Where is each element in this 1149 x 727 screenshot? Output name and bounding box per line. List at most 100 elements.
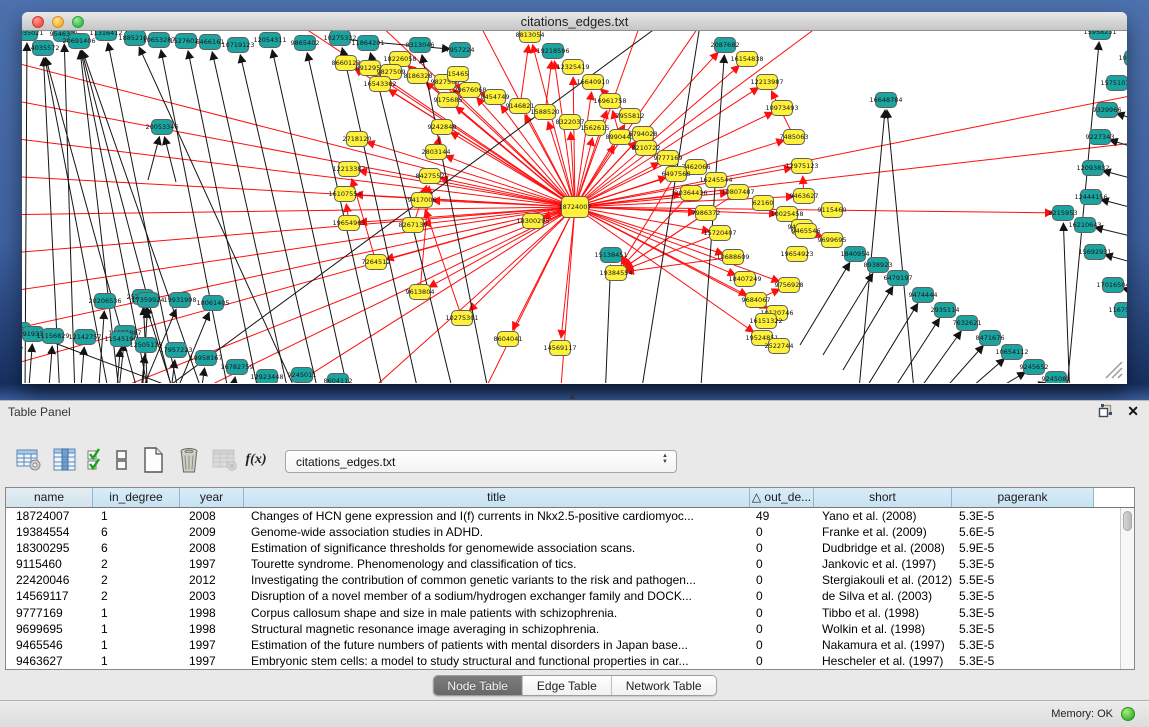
cell-pagerank[interactable]: 5.3E-5 — [952, 508, 1094, 524]
graph-node[interactable]: 8427552 — [416, 169, 445, 184]
cell-in_degree[interactable]: 2 — [93, 572, 180, 588]
graph-node[interactable]: 18724007 — [558, 197, 591, 218]
cell-name[interactable]: 9463627 — [6, 653, 93, 669]
graph-node[interactable]: 19654963 — [332, 216, 365, 231]
graph-node[interactable]: 12213987 — [750, 75, 783, 90]
graph-node[interactable]: 9245081 — [1042, 372, 1071, 384]
graph-node[interactable]: 19958167 — [189, 351, 222, 366]
graph-node[interactable]: 9699695 — [818, 233, 847, 248]
tab-node-table[interactable]: Node Table — [433, 676, 523, 695]
graph-node[interactable]: 9329966 — [1093, 103, 1122, 118]
graph-node[interactable]: 9684067 — [742, 293, 771, 308]
graph-node[interactable]: 8471676 — [976, 331, 1005, 346]
graph-node[interactable]: 2087682 — [711, 38, 740, 53]
graph-edge[interactable] — [164, 137, 176, 182]
cell-out_de[interactable]: 0 — [750, 588, 814, 604]
cell-out_de[interactable]: 0 — [750, 524, 814, 540]
graph-node[interactable]: 12093832 — [1076, 161, 1109, 176]
graph-edge[interactable] — [554, 61, 575, 207]
graph-node[interactable]: 9417006 — [408, 193, 437, 208]
graph-edge[interactable] — [28, 344, 32, 383]
cell-title[interactable]: Estimation of significance thresholds fo… — [244, 540, 750, 556]
table-row[interactable]: 1830029562008Estimation of significance … — [6, 540, 1134, 556]
cell-name[interactable]: 9465546 — [6, 637, 93, 653]
cell-name[interactable]: 18300295 — [6, 540, 93, 556]
table-row[interactable]: 946362711997Embryonic stem cells: a mode… — [6, 653, 1134, 669]
cell-short[interactable]: Tibbo et al. (1998) — [814, 605, 952, 621]
window-titlebar[interactable]: citations_edges.txt — [22, 12, 1127, 31]
cell-pagerank[interactable]: 5.6E-5 — [952, 524, 1094, 540]
graph-node[interactable]: 19218596 — [536, 44, 569, 59]
cell-title[interactable]: Investigating the contribution of common… — [244, 572, 750, 588]
graph-node[interactable]: 10688609 — [716, 250, 749, 265]
table-row[interactable]: 969969511998Structural magnetic resonanc… — [6, 621, 1134, 637]
cell-in_degree[interactable]: 6 — [93, 540, 180, 556]
graph-node[interactable]: 9242848 — [428, 120, 457, 135]
cell-in_degree[interactable]: 1 — [93, 637, 180, 653]
graph-node[interactable]: 6794028 — [629, 127, 658, 142]
graph-node[interactable]: 7485063 — [780, 130, 809, 145]
cell-in_degree[interactable]: 1 — [93, 621, 180, 637]
graph-node[interactable]: 7264512 — [362, 255, 391, 270]
cell-name[interactable]: 14569117 — [6, 588, 93, 604]
graph-node[interactable]: 9756928 — [775, 278, 804, 293]
cell-title[interactable]: Tourette syndrome. Phenomenology and cla… — [244, 556, 750, 572]
graph-node[interactable]: 19654923 — [780, 247, 813, 262]
graph-node[interactable]: 15720407 — [703, 226, 736, 241]
graph-node[interactable]: 8813054 — [516, 31, 545, 43]
graph-node[interactable]: 9175685 — [434, 93, 463, 108]
cell-in_degree[interactable]: 1 — [93, 653, 180, 669]
delete-trash-icon[interactable] — [174, 446, 204, 474]
graph-node[interactable]: 9463627 — [790, 189, 819, 204]
graph-node[interactable]: 16245544 — [699, 173, 732, 188]
graph-edge[interactable] — [22, 55, 575, 207]
graph-edge[interactable] — [640, 31, 700, 383]
cell-year[interactable]: 1997 — [180, 653, 244, 669]
table-row[interactable]: 2242004622012Investigating the contribut… — [6, 572, 1134, 588]
cell-title[interactable]: Estimation of the future numbers of pati… — [244, 637, 750, 653]
graph-edge[interactable] — [935, 345, 983, 383]
graph-edge[interactable] — [800, 263, 850, 345]
cell-year[interactable]: 1997 — [180, 637, 244, 653]
table-row[interactable]: 977716911998Corpus callosum shape and si… — [6, 605, 1134, 621]
graph-edge[interactable] — [231, 377, 235, 383]
graph-node[interactable]: 12975123 — [785, 159, 818, 174]
graph-node[interactable]: 2522744 — [765, 339, 794, 354]
tab-edge-table[interactable]: Edge Table — [523, 676, 612, 695]
cell-in_degree[interactable]: 1 — [93, 605, 180, 621]
table-row[interactable]: 1872400712008Changes of HCN gene express… — [6, 508, 1134, 524]
graph-edge[interactable] — [1105, 255, 1127, 270]
new-document-icon[interactable] — [138, 446, 168, 474]
network-table-selector[interactable]: citations_edges.txt ▲▼ — [285, 450, 677, 473]
cell-out_de[interactable]: 0 — [750, 653, 814, 669]
graph-edge[interactable] — [200, 368, 205, 383]
graph-node[interactable]: 16210643 — [1068, 218, 1101, 233]
cell-short[interactable]: Hescheler et al. (1997) — [814, 653, 952, 669]
cell-title[interactable]: Changes of HCN gene expression and I(f) … — [244, 508, 750, 524]
cell-pagerank[interactable]: 5.5E-5 — [952, 572, 1094, 588]
tab-network-table[interactable]: Network Table — [612, 676, 716, 695]
cell-short[interactable]: Nakamura et al. (1997) — [814, 637, 952, 653]
cell-short[interactable]: Dudbridge et al. (2008) — [814, 540, 952, 556]
cell-short[interactable]: Franke et al. (2009) — [814, 524, 952, 540]
graph-edge[interactable] — [360, 207, 575, 383]
cell-short[interactable]: de Silva et al. (2003) — [814, 588, 952, 604]
cell-pagerank[interactable]: 5.3E-5 — [952, 588, 1094, 604]
cell-out_de[interactable]: 0 — [750, 572, 814, 588]
cell-out_de[interactable]: 0 — [750, 540, 814, 556]
graph-node[interactable]: 12923448 — [250, 370, 283, 384]
graph-node[interactable]: 7986372 — [692, 206, 721, 221]
cell-pagerank[interactable]: 5.3E-5 — [952, 653, 1094, 669]
graph-node[interactable]: 1840954 — [841, 247, 870, 262]
graph-node[interactable]: 2803144 — [422, 145, 451, 160]
graph-edge[interactable] — [823, 274, 873, 355]
graph-node[interactable]: 8267130 — [399, 218, 428, 233]
cell-in_degree[interactable]: 2 — [93, 556, 180, 572]
close-panel-icon[interactable]: ✕ — [1127, 404, 1139, 418]
cell-pagerank[interactable]: 5.9E-5 — [952, 540, 1094, 556]
graph-node[interactable]: 12325419 — [556, 60, 589, 75]
graph-node[interactable]: 9227343 — [1086, 130, 1115, 145]
graph-edge[interactable] — [22, 207, 575, 372]
cell-year[interactable]: 1998 — [180, 605, 244, 621]
vertical-scrollbar[interactable] — [1120, 508, 1134, 669]
